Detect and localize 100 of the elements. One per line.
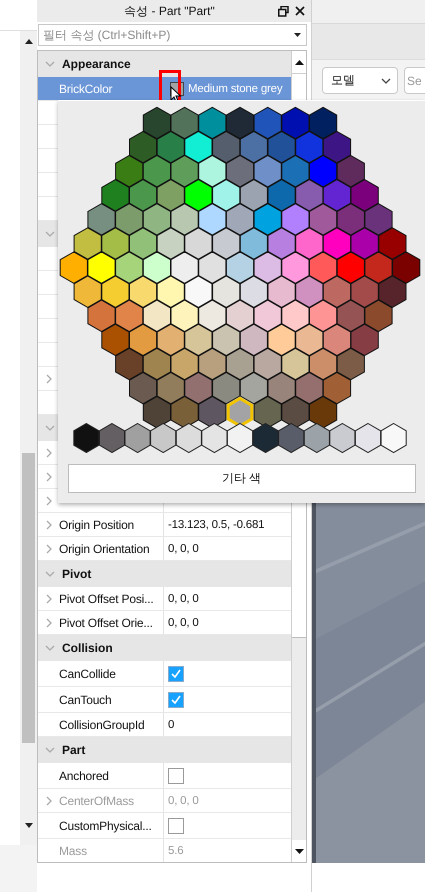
color-swatch[interactable] xyxy=(74,275,102,308)
color-swatch[interactable] xyxy=(198,251,226,284)
color-swatch[interactable] xyxy=(212,324,240,356)
color-swatch[interactable] xyxy=(322,324,352,356)
color-swatch[interactable] xyxy=(364,203,393,236)
color-swatch[interactable] xyxy=(336,300,365,332)
color-swatch[interactable] xyxy=(142,106,171,140)
color-swatch[interactable] xyxy=(322,372,352,404)
color-swatch[interactable] xyxy=(129,372,158,404)
color-swatch[interactable] xyxy=(226,348,254,380)
color-swatch[interactable] xyxy=(170,348,199,380)
color-swatch[interactable] xyxy=(226,106,254,140)
color-swatch[interactable] xyxy=(184,372,212,404)
model-dropdown[interactable]: 모델 xyxy=(322,67,398,94)
color-swatch[interactable] xyxy=(184,324,212,356)
color-swatch[interactable] xyxy=(240,130,268,164)
dropdown-caret-icon[interactable] xyxy=(294,33,301,37)
color-swatch[interactable] xyxy=(198,106,226,140)
color-swatch[interactable] xyxy=(254,251,282,284)
color-swatch[interactable] xyxy=(378,275,406,308)
color-swatch[interactable] xyxy=(156,372,185,404)
checkbox[interactable] xyxy=(168,768,184,784)
color-swatch[interactable] xyxy=(170,396,199,428)
color-swatch[interactable] xyxy=(281,348,310,380)
color-swatch[interactable] xyxy=(170,154,199,188)
search-field[interactable]: Se xyxy=(404,67,425,94)
color-swatch[interactable] xyxy=(198,300,226,332)
color-swatch[interactable] xyxy=(156,275,185,308)
color-swatch[interactable] xyxy=(336,203,365,236)
color-swatch[interactable] xyxy=(150,422,176,454)
color-swatch[interactable] xyxy=(129,130,158,164)
color-swatch[interactable] xyxy=(281,396,310,428)
color-swatch[interactable] xyxy=(184,179,212,212)
color-swatch[interactable] xyxy=(281,300,310,332)
color-swatch[interactable] xyxy=(254,300,282,332)
color-swatch[interactable] xyxy=(198,154,226,188)
more-colors-button[interactable]: 기타 색 xyxy=(68,464,416,493)
color-swatch[interactable] xyxy=(309,203,338,236)
color-swatch[interactable] xyxy=(240,227,268,260)
color-swatch[interactable] xyxy=(226,422,254,454)
color-swatch[interactable] xyxy=(364,300,393,332)
checkbox[interactable] xyxy=(168,666,184,682)
color-swatch[interactable] xyxy=(336,154,365,188)
scroll-up-icon[interactable] xyxy=(24,39,32,44)
color-swatch[interactable] xyxy=(350,324,379,356)
color-swatch[interactable] xyxy=(240,179,268,212)
color-swatch[interactable] xyxy=(295,275,324,308)
color-swatch[interactable] xyxy=(392,251,420,284)
property-row[interactable]: Anchored xyxy=(38,763,291,789)
color-swatch[interactable] xyxy=(309,300,338,332)
color-swatch[interactable] xyxy=(74,227,102,260)
scroll-up-button[interactable] xyxy=(292,51,306,73)
property-row[interactable]: CustomPhysical... xyxy=(38,813,291,839)
color-swatch[interactable] xyxy=(240,372,268,404)
color-swatch[interactable] xyxy=(350,227,379,260)
color-swatch[interactable] xyxy=(212,372,240,404)
color-swatch[interactable] xyxy=(176,422,202,454)
color-swatch[interactable] xyxy=(254,348,282,380)
color-swatch[interactable] xyxy=(281,106,310,140)
color-swatch[interactable] xyxy=(309,348,338,380)
color-swatch[interactable] xyxy=(101,227,130,260)
color-swatch[interactable] xyxy=(142,203,171,236)
color-swatch[interactable] xyxy=(268,275,296,308)
property-row[interactable]: CanCollide xyxy=(38,661,291,687)
color-swatch[interactable] xyxy=(142,348,171,380)
color-swatch[interactable] xyxy=(295,324,324,356)
property-row[interactable]: Origin Orientation 0, 0, 0 xyxy=(38,537,291,561)
color-swatch[interactable] xyxy=(142,251,171,284)
color-swatch[interactable] xyxy=(336,251,365,284)
color-swatch[interactable] xyxy=(336,348,365,380)
checkbox[interactable] xyxy=(168,818,184,834)
scrollbar-thumb[interactable] xyxy=(22,453,35,743)
scroll-down-button[interactable] xyxy=(292,840,306,862)
color-swatch[interactable] xyxy=(170,251,199,284)
color-swatch[interactable] xyxy=(278,422,304,454)
color-swatch[interactable] xyxy=(212,179,240,212)
color-swatch[interactable] xyxy=(364,251,393,284)
color-swatch[interactable] xyxy=(198,203,226,236)
color-swatch[interactable] xyxy=(322,179,352,212)
color-swatch[interactable] xyxy=(295,372,324,404)
color-swatch[interactable] xyxy=(156,130,185,164)
color-swatch[interactable] xyxy=(73,422,100,454)
color-swatch[interactable] xyxy=(101,275,130,308)
color-swatch[interactable] xyxy=(87,203,116,236)
color-swatch[interactable] xyxy=(295,179,324,212)
color-swatch[interactable] xyxy=(115,300,144,332)
restore-icon[interactable] xyxy=(278,6,289,16)
color-swatch[interactable] xyxy=(226,251,254,284)
color-swatch[interactable] xyxy=(129,275,158,308)
color-swatch[interactable] xyxy=(322,227,352,260)
color-swatch[interactable] xyxy=(129,227,158,260)
color-swatch[interactable] xyxy=(198,348,226,380)
color-swatch[interactable] xyxy=(184,130,212,164)
color-swatch[interactable] xyxy=(378,227,406,260)
color-swatch[interactable] xyxy=(129,324,158,356)
color-swatch[interactable] xyxy=(170,106,199,140)
color-swatch[interactable] xyxy=(281,154,310,188)
color-swatch[interactable] xyxy=(350,179,379,212)
color-swatch[interactable] xyxy=(142,300,171,332)
color-swatch[interactable] xyxy=(226,154,254,188)
